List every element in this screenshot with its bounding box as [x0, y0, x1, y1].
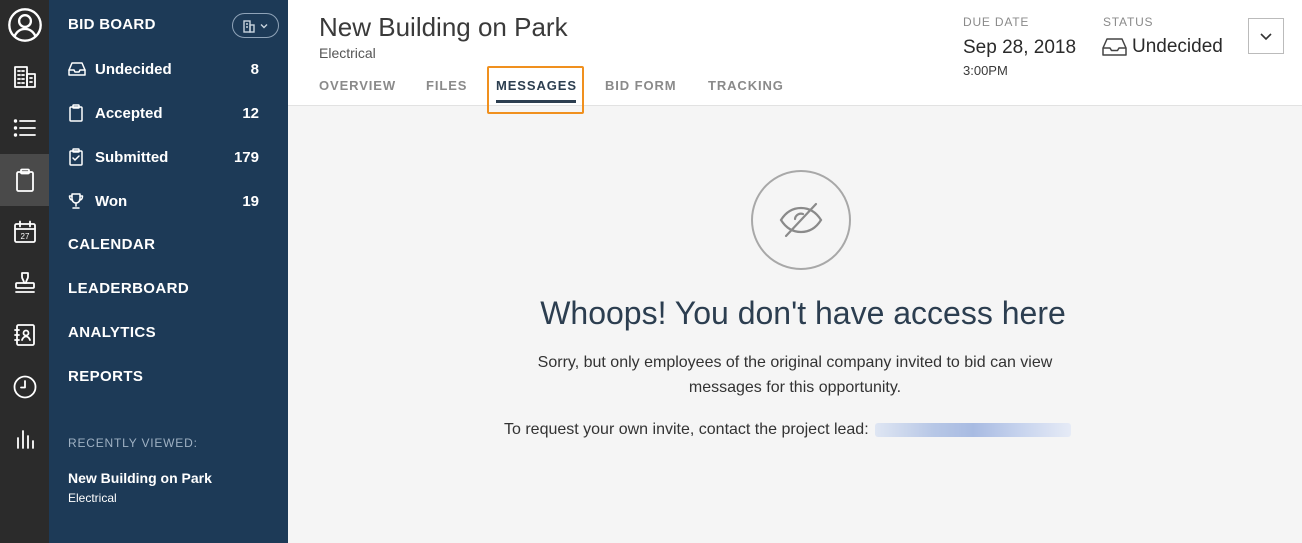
due-time-value: 3:00PM — [963, 63, 1008, 78]
inbox-icon — [68, 60, 88, 78]
rail-buildings[interactable] — [0, 52, 49, 102]
status-value: Undecided — [1102, 36, 1223, 58]
list-icon — [13, 119, 36, 137]
sidebar-link-calendar[interactable]: CALENDAR — [68, 236, 155, 253]
profile-icon — [7, 8, 42, 42]
status-dropdown-button[interactable] — [1248, 18, 1284, 54]
rail-analytics[interactable] — [0, 414, 49, 464]
sidebar-link-analytics[interactable]: ANALYTICS — [68, 324, 156, 341]
sidebar-item-label: Accepted — [95, 104, 163, 122]
sidebar-link-leaderboard[interactable]: LEADERBOARD — [68, 280, 189, 297]
sidebar-item-count: 179 — [233, 148, 259, 166]
rail-contacts[interactable] — [0, 310, 49, 360]
sidebar-item-submitted[interactable]: Submitted 179 — [68, 146, 259, 168]
trophy-icon — [68, 192, 88, 210]
sidebar-title: BID BOARD — [68, 16, 156, 33]
bar-chart-icon — [16, 430, 34, 449]
inbox-icon — [1102, 38, 1127, 56]
hidden-eye-icon-circle — [751, 170, 851, 270]
svg-text:27: 27 — [20, 232, 29, 241]
clipboard-icon — [15, 168, 34, 192]
status-text: Undecided — [1132, 36, 1223, 57]
icon-rail: 27 — [0, 0, 49, 543]
page-title: New Building on Park — [319, 12, 568, 42]
status-label: STATUS — [1103, 15, 1154, 29]
recently-viewed-project-trade: Electrical — [68, 491, 117, 505]
page-subtitle: Electrical — [319, 45, 376, 61]
sidebar-item-label: Won — [95, 192, 128, 210]
building-icon — [13, 66, 36, 88]
sidebar-item-count: 12 — [242, 104, 259, 122]
tab-bid-form[interactable]: BID FORM — [605, 78, 676, 93]
recently-viewed-project-link[interactable]: New Building on Park — [68, 470, 212, 486]
project-header: New Building on Park Electrical OVERVIEW… — [288, 0, 1302, 114]
building-icon — [243, 19, 255, 33]
sidebar-item-label: Undecided — [95, 60, 172, 78]
sidebar: BID BOARD Undecided 8 Accepted 12 Submit… — [49, 0, 288, 543]
rail-history[interactable] — [0, 362, 49, 412]
building-filter-button[interactable] — [232, 13, 279, 38]
due-date-value: Sep 28, 2018 — [963, 37, 1077, 58]
eye-slash-icon — [779, 202, 823, 238]
rail-profile[interactable] — [0, 0, 49, 50]
recently-viewed-heading: RECENTLY VIEWED: — [68, 436, 198, 450]
tab-files[interactable]: FILES — [426, 78, 467, 93]
rail-list[interactable] — [0, 103, 49, 153]
tab-tracking[interactable]: TRACKING — [708, 78, 784, 93]
sidebar-item-undecided[interactable]: Undecided 8 — [68, 58, 259, 80]
rail-stamp[interactable] — [0, 258, 49, 308]
sidebar-item-won[interactable]: Won 19 — [68, 190, 259, 212]
calendar-icon: 27 — [13, 220, 36, 243]
rail-calendar[interactable]: 27 — [0, 207, 49, 257]
clipboard-check-icon — [68, 148, 88, 166]
contacts-book-icon — [13, 324, 35, 346]
rail-bid-board[interactable] — [0, 154, 49, 206]
access-denied-heading: Whoops! You don't have access here — [540, 295, 1066, 331]
messages-panel: Whoops! You don't have access here Sorry… — [288, 107, 1302, 543]
request-invite-text: To request your own invite, contact the … — [504, 421, 869, 438]
clipboard-icon — [68, 104, 88, 122]
sidebar-item-accepted[interactable]: Accepted 12 — [68, 102, 259, 124]
project-lead-email-link[interactable] — [874, 423, 1071, 437]
due-date-label: DUE DATE — [963, 15, 1030, 29]
tab-overview[interactable]: OVERVIEW — [319, 78, 396, 93]
sidebar-link-reports[interactable]: REPORTS — [68, 368, 143, 385]
clock-icon — [13, 375, 36, 399]
stamp-icon — [14, 272, 35, 293]
sidebar-item-count: 19 — [242, 192, 259, 210]
request-invite-line: To request your own invite, contact the … — [504, 421, 1071, 439]
chevron-down-icon — [1260, 33, 1272, 41]
sidebar-item-label: Submitted — [95, 148, 169, 166]
sidebar-item-count: 8 — [250, 60, 259, 78]
access-denied-message: Sorry, but only employees of the origina… — [537, 354, 1053, 396]
chevron-down-icon — [260, 23, 268, 28]
